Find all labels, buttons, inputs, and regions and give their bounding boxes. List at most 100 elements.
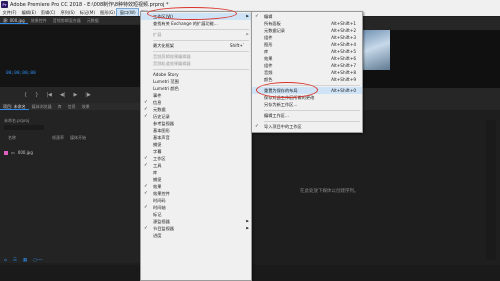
workspace-menu-item-shortcut: Alt+Shift+6 — [331, 56, 356, 61]
workspace-menu-item-label: 导入项目中的工作区 — [264, 124, 302, 129]
workspace-menu-item-7[interactable]: 组件 Alt+Shift+7 — [252, 62, 362, 69]
workspace-menu-item-1[interactable]: 所有面板 Alt+Shift+1 — [252, 20, 362, 27]
project-panel: 项目: 未命名 媒体浏览器库信息 效果 未命名.prproj 名称 帧速率 媒体开始… — [0, 103, 140, 263]
source-tab-3[interactable]: 元数据 — [84, 17, 102, 24]
project-tab-4[interactable]: 效果 — [79, 103, 93, 110]
window-menu-item-label: 基本图形 — [153, 128, 170, 133]
window-menu-item-label: 时间码 — [153, 198, 166, 203]
menu-1[interactable]: 编辑(E) — [19, 9, 38, 16]
project-tab-3[interactable]: 信息 — [65, 103, 79, 110]
window-menu-item-20[interactable]: 捕捉 — [141, 141, 251, 148]
source-timecode-current[interactable]: 00;00;00;00 — [6, 71, 36, 76]
menu-6[interactable]: 窗口(W) — [116, 8, 140, 17]
program-video-frame — [360, 30, 390, 70]
source-transport-controls: { } |◀ ◀| ▶ |▶ — [24, 92, 91, 98]
column-name[interactable]: 名称 — [8, 135, 16, 142]
play-icon[interactable]: ▶ — [73, 92, 77, 98]
project-tab-2[interactable]: 库 — [55, 103, 65, 110]
window-menu-item-1[interactable]: 查找有关 Exchange 的扩展功能... — [141, 20, 251, 27]
workspace-menu-item-4[interactable]: 图形 Alt+Shift+4 — [252, 41, 362, 48]
source-viewer — [0, 25, 140, 87]
window-menu-item-label: 时间轴 — [153, 205, 166, 210]
window-menu-item-22[interactable]: ✓ 工作区 — [141, 155, 251, 162]
window-menu-dropdown: 工作区(W) ▶ 查找有关 Exchange 的扩展功能... 扩展 ▶ 最大化框架 Shi… — [140, 11, 252, 281]
project-search-input[interactable] — [4, 125, 44, 130]
submenu-arrow-icon: ▶ — [246, 14, 249, 18]
source-tab-1[interactable]: 效果控件 — [28, 17, 50, 24]
window-menu-item-27[interactable]: ✓ 效果控件 — [141, 190, 251, 197]
workspace-menu-item-label: 组件 — [264, 35, 273, 40]
workspace-menu-item-13[interactable]: 另存为新工作区... — [252, 101, 362, 108]
project-item-name: 000.jpg — [17, 150, 33, 155]
window-menu-item-21[interactable]: 字幕 — [141, 148, 251, 155]
window-menu-item-8: 音频轨道效果编辑器 — [141, 60, 251, 67]
window-menu-item-24[interactable]: 库 — [141, 169, 251, 176]
column-media-start[interactable]: 媒体开始 — [70, 135, 86, 142]
project-item-row[interactable]: ▭ 000.jpg — [0, 149, 140, 156]
window-menu-item-12[interactable]: Lumetri 颜色 — [141, 85, 251, 92]
window-menu-item-3: 扩展 ▶ — [141, 31, 251, 38]
source-tab-2[interactable]: 音频剪辑混合器 — [50, 17, 84, 24]
workspace-menu-item-2[interactable]: 元数据记录 Alt+Shift+2 — [252, 27, 362, 34]
go-to-in-icon[interactable]: |◀ — [46, 92, 52, 98]
menu-0[interactable]: 文件(F) — [0, 9, 19, 16]
checkmark-icon: ✓ — [144, 114, 148, 119]
window-menu-item-19[interactable]: 基本声音 — [141, 134, 251, 141]
workspace-menu-item-shortcut: Alt+Shift+3 — [331, 35, 356, 40]
window-menu-item-25[interactable]: 捕捉 — [141, 176, 251, 183]
workspace-menu-item-9[interactable]: 颜色 Alt+Shift+9 — [252, 76, 362, 83]
image-file-icon: ▭ — [11, 150, 15, 155]
menu-4[interactable]: 标记(M) — [77, 9, 97, 16]
mark-out-icon[interactable]: } — [35, 92, 38, 98]
window-menu-item-16[interactable]: ✓ 历史记录 — [141, 113, 251, 120]
window-menu-item-label: 基本声音 — [153, 135, 170, 140]
source-tab-0[interactable]: 源: 000.jpg — [0, 17, 28, 24]
column-frame-rate[interactable]: 帧速率 — [52, 135, 64, 142]
window-menu-item-33[interactable]: 进度 — [141, 232, 251, 239]
window-menu-item-11[interactable]: Lumetri 范围 — [141, 78, 251, 85]
project-tab-0[interactable]: 项目: 未命名 — [0, 103, 29, 110]
window-menu-item-32[interactable]: ✓ 节目监视器 ▶ — [141, 225, 251, 232]
workspace-menu-item-8[interactable]: 音频 Alt+Shift+8 — [252, 69, 362, 76]
workspace-menu-item-label: 编辑工作区... — [264, 113, 289, 118]
menu-2[interactable]: 剪辑(C) — [38, 9, 58, 16]
window-menu-item-15[interactable]: ✓ 元数据 — [141, 106, 251, 113]
workspace-menu-item-label: 音频 — [264, 70, 273, 75]
window-menu-item-31[interactable]: 源监视器 ▶ — [141, 218, 251, 225]
project-panel-tabs: 项目: 未命名 媒体浏览器库信息 效果 — [0, 103, 140, 110]
window-menu-item-5[interactable]: 最大化框架 Shift+` — [141, 42, 251, 49]
step-forward-icon[interactable]: |▶ — [85, 92, 91, 98]
window-menu-item-29[interactable]: ✓ 时间轴 — [141, 204, 251, 211]
window-menu-item-14[interactable]: ✓ 信息 — [141, 99, 251, 106]
timeline-panel — [250, 110, 500, 265]
window-menu-item-17[interactable]: 参考监视器 — [141, 120, 251, 127]
menu-5[interactable]: 图形(G) — [98, 9, 118, 16]
mark-in-icon[interactable]: { — [24, 92, 27, 98]
workspace-menu-item-3[interactable]: 组件 Alt+Shift+3 — [252, 34, 362, 41]
window-menu-separator — [153, 39, 249, 41]
workspace-menu-separator — [264, 120, 360, 122]
window-menu-item-18[interactable]: 基本图形 — [141, 127, 251, 134]
workspace-menu-item-6[interactable]: 效果 Alt+Shift+6 — [252, 55, 362, 62]
project-tab-1[interactable]: 媒体浏览器 — [29, 103, 55, 110]
window-menu-item-label: 查找有关 Exchange 的扩展功能... — [153, 21, 218, 26]
menu-3[interactable]: 序列(S) — [58, 9, 77, 16]
label-color-swatch — [4, 150, 8, 155]
workspace-menu-item-label: 元数据记录 — [264, 28, 285, 33]
workspace-menu-item-5[interactable]: 库 Alt+Shift+5 — [252, 48, 362, 55]
step-back-icon[interactable]: ◀| — [60, 92, 66, 98]
window-menu-item-13[interactable]: 事件 — [141, 92, 251, 99]
window-menu-item-26[interactable]: ✓ 效果 — [141, 183, 251, 190]
workspace-menu-item-label: 图形 — [264, 42, 273, 47]
workspace-menu-item-17[interactable]: ✓ 导入项目中的工作区 — [252, 123, 362, 130]
workspace-menu-item-15[interactable]: 编辑工作区... — [252, 112, 362, 119]
workspace-menu-item-shortcut: Alt+Shift+2 — [331, 28, 356, 33]
workspace-menu-item-0[interactable]: ✓ 编辑 — [252, 13, 362, 20]
checkmark-icon: ✓ — [144, 156, 148, 161]
workspace-menu-item-shortcut: Alt+Shift+1 — [331, 21, 356, 26]
window-menu-item-23[interactable]: ✓ 工具 — [141, 162, 251, 169]
window-menu-item-30[interactable]: 标记 — [141, 211, 251, 218]
window-menu-item-28[interactable]: 时间码 — [141, 197, 251, 204]
window-menu-item-10[interactable]: Adobe Story — [141, 71, 251, 78]
window-menu-item-label: Lumetri 范围 — [153, 79, 179, 84]
